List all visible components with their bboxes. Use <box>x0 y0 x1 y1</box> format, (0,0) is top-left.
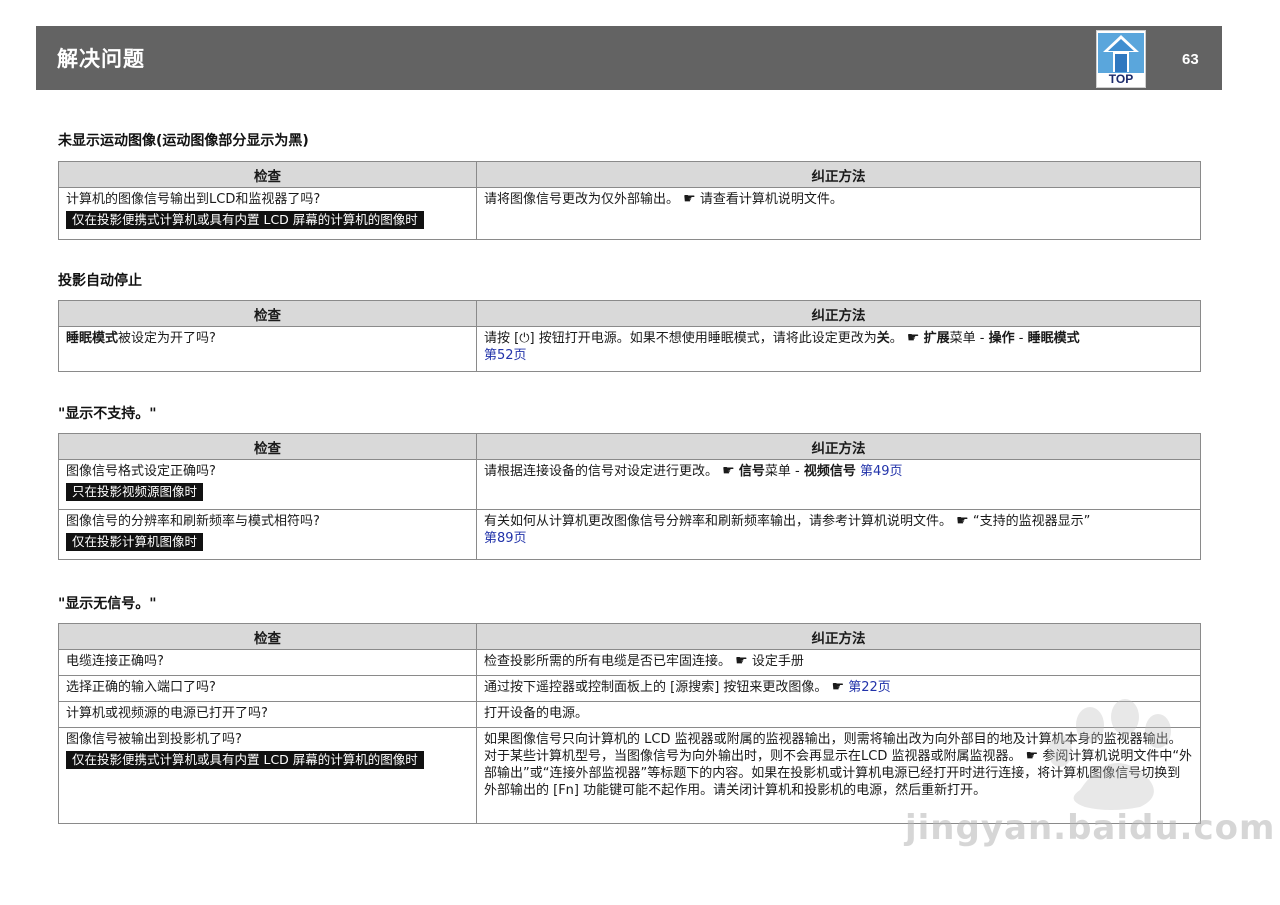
fix-cell: 有关如何从计算机更改图像信号分辨率和刷新频率输出，请参考计算机说明文件。 ☛ “… <box>476 509 1201 560</box>
check-cell: 图像信号格式设定正确吗? 只在投影视频源图像时 <box>58 459 477 510</box>
col-header-fix: 纠正方法 <box>476 161 1201 188</box>
fix-ref: “支持的监视器显示” <box>972 514 1091 529</box>
menu-sleep-mode: 睡眠模式 <box>1027 331 1080 346</box>
pointer-hand-icon: ☛ <box>906 330 920 346</box>
check-cell: 计算机的图像信号输出到LCD和监视器了吗? 仅在投影便携式计算机或具有内置 LC… <box>58 187 477 240</box>
fix-period: 。 <box>889 331 903 346</box>
table-row: 睡眠模式被设定为开了吗? 请按 [⏻] 按钮打开电源。如果不想使用睡眠模式，请将… <box>58 326 1201 372</box>
condition-tag: 仅在投影便携式计算机或具有内置 LCD 屏幕的计算机的图像时 <box>66 751 424 769</box>
top-button[interactable]: TOP <box>1096 30 1146 88</box>
fix-text: 请按 [ <box>484 331 520 346</box>
fix-cell: 请将图像信号更改为仅外部输出。 ☛ 请查看计算机说明文件。 <box>476 187 1201 240</box>
check-keyword: 睡眠模式 <box>66 331 119 346</box>
check-cell: 计算机或视频源的电源已打开了吗? <box>58 701 477 728</box>
col-header-fix: 纠正方法 <box>476 300 1201 327</box>
table-header-row: 检查 纠正方法 <box>58 161 1201 188</box>
check-cell: 图像信号被输出到投影机了吗? 仅在投影便携式计算机或具有内置 LCD 屏幕的计算… <box>58 727 477 824</box>
col-header-fix: 纠正方法 <box>476 623 1201 650</box>
col-header-check: 检查 <box>58 161 477 188</box>
table-header-row: 检查 纠正方法 <box>58 623 1201 650</box>
watermark-paw-icon <box>1048 699 1171 810</box>
page-header: 解决问题 TOP 63 <box>36 26 1222 90</box>
menu-extended: 扩展 <box>923 331 950 346</box>
check-text: 计算机的图像信号输出到LCD和监视器了吗? <box>66 192 321 207</box>
table-row: 图像信号格式设定正确吗? 只在投影视频源图像时 请根据连接设备的信号对设定进行更… <box>58 459 1201 510</box>
menu-operation: 操作 <box>988 331 1015 346</box>
fix-off: 关 <box>876 331 890 346</box>
top-arrow-icon <box>1098 33 1144 73</box>
menu-word: 菜单 - <box>949 331 989 346</box>
pointer-hand-icon: ☛ <box>735 653 748 669</box>
page-number: 63 <box>1182 51 1199 68</box>
menu-video-signal: 视频信号 <box>803 464 856 479</box>
fix-text: 请根据连接设备的信号对设定进行更改。 <box>484 464 719 479</box>
section-title-2: 投影自动停止 <box>58 273 142 289</box>
table-row: 计算机的图像信号输出到LCD和监视器了吗? 仅在投影便携式计算机或具有内置 LC… <box>58 187 1201 240</box>
section-title-1: 未显示运动图像(运动图像部分显示为黑) <box>58 133 309 149</box>
fix-ref: 请查看计算机说明文件。 <box>699 192 843 207</box>
page-link[interactable]: 第89页 <box>484 531 527 546</box>
fix-ref: 设定手册 <box>751 654 804 669</box>
table-header-row: 检查 纠正方法 <box>58 300 1201 327</box>
page-link[interactable]: 第52页 <box>484 348 527 363</box>
power-icon: ⏻ <box>519 331 530 346</box>
check-text: 图像信号被输出到投影机了吗? <box>66 732 242 747</box>
check-cell: 选择正确的输入端口了吗? <box>58 675 477 702</box>
pointer-hand-icon: ☛ <box>683 191 696 207</box>
menu-word: 菜单 - <box>764 464 804 479</box>
fix-text: 请将图像信号更改为仅外部输出。 <box>484 192 680 207</box>
fix-text: 通过按下遥控器或控制面板上的 [源搜索] 按钮来更改图像。 <box>484 680 828 695</box>
menu-signal: 信号 <box>738 464 765 479</box>
section-title-3: "显示不支持。" <box>58 406 157 422</box>
condition-tag: 仅在投影计算机图像时 <box>66 533 204 551</box>
col-header-fix: 纠正方法 <box>476 433 1201 460</box>
watermark-text: jingyan.baidu.com <box>905 808 1276 848</box>
check-cell: 电缆连接正确吗? <box>58 649 477 676</box>
col-header-check: 检查 <box>58 433 477 460</box>
fix-text-2: ] 按钮打开电源。如果不想使用睡眠模式，请将此设定更改为 <box>529 331 877 346</box>
table-row: 电缆连接正确吗? 检查投影所需的所有电缆是否已牢固连接。 ☛ 设定手册 <box>58 649 1201 676</box>
check-text: 图像信号的分辨率和刷新频率与模式相符吗? <box>66 514 320 529</box>
fix-text: 检查投影所需的所有电缆是否已牢固连接。 <box>484 654 732 669</box>
pointer-hand-icon: ☛ <box>831 679 845 695</box>
check-text: 被设定为开了吗? <box>118 331 216 346</box>
pointer-hand-icon: ☛ <box>956 513 969 529</box>
check-cell: 图像信号的分辨率和刷新频率与模式相符吗? 仅在投影计算机图像时 <box>58 509 477 560</box>
pointer-hand-icon: ☛ <box>722 463 735 479</box>
fix-cell: 检查投影所需的所有电缆是否已牢固连接。 ☛ 设定手册 <box>476 649 1201 676</box>
table-row: 图像信号的分辨率和刷新频率与模式相符吗? 仅在投影计算机图像时 有关如何从计算机… <box>58 509 1201 560</box>
table-header-row: 检查 纠正方法 <box>58 433 1201 460</box>
table-section-1: 检查 纠正方法 计算机的图像信号输出到LCD和监视器了吗? 仅在投影便携式计算机… <box>58 161 1201 240</box>
condition-tag: 只在投影视频源图像时 <box>66 483 204 501</box>
table-section-3: 检查 纠正方法 图像信号格式设定正确吗? 只在投影视频源图像时 请根据连接设备的… <box>58 433 1201 560</box>
fix-cell: 请根据连接设备的信号对设定进行更改。 ☛ 信号菜单 - 视频信号 第49页 <box>476 459 1201 510</box>
page-link[interactable]: 第22页 <box>848 680 891 695</box>
top-label: TOP <box>1108 72 1134 86</box>
check-cell: 睡眠模式被设定为开了吗? <box>58 326 477 372</box>
col-header-check: 检查 <box>58 623 477 650</box>
col-header-check: 检查 <box>58 300 477 327</box>
page-title: 解决问题 <box>57 47 145 71</box>
table-section-2: 检查 纠正方法 睡眠模式被设定为开了吗? 请按 [⏻] 按钮打开电源。如果不想使… <box>58 300 1201 372</box>
condition-tag: 仅在投影便携式计算机或具有内置 LCD 屏幕的计算机的图像时 <box>66 211 424 229</box>
fix-cell: 请按 [⏻] 按钮打开电源。如果不想使用睡眠模式，请将此设定更改为关。 ☛ 扩展… <box>476 326 1201 372</box>
page-link[interactable]: 第49页 <box>860 464 903 479</box>
section-title-4: "显示无信号。" <box>58 596 157 612</box>
check-text: 图像信号格式设定正确吗? <box>66 464 216 479</box>
fix-text: 有关如何从计算机更改图像信号分辨率和刷新频率输出，请参考计算机说明文件。 <box>484 514 953 529</box>
